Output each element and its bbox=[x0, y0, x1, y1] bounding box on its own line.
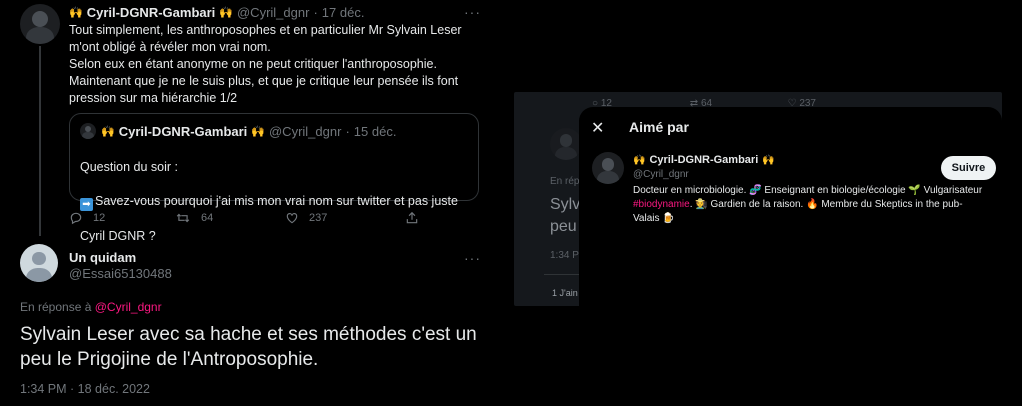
author-handle[interactable]: @Cyril_dgnr bbox=[237, 5, 309, 20]
author-name[interactable]: Cyril-DGNR-Gambari bbox=[87, 5, 216, 20]
quoted-author-handle: @Cyril_dgnr bbox=[268, 124, 342, 139]
dot-separator: · bbox=[345, 124, 350, 139]
raised-hands-icon: 🙌 bbox=[101, 126, 115, 138]
share-button[interactable] bbox=[405, 211, 419, 225]
dot-separator: · bbox=[313, 5, 318, 20]
reply-timestamp[interactable]: 1:34 PM · 18 déc. 2022 bbox=[20, 382, 150, 396]
quoted-line-3: Cyril DGNR ? bbox=[80, 229, 156, 243]
close-icon[interactable]: ✕ bbox=[591, 118, 604, 138]
liker-name[interactable]: Cyril-DGNR-Gambari bbox=[649, 154, 758, 166]
raised-hands-icon: 🙌 bbox=[633, 154, 646, 166]
quoted-line-2: ➡ Savez-vous pourquoi j'ai mis mon vrai n… bbox=[80, 193, 458, 211]
follow-button[interactable]: Suivre bbox=[941, 156, 996, 180]
reply-author-avatar[interactable] bbox=[20, 244, 58, 282]
retweet-icon bbox=[176, 213, 190, 223]
reply-author-name[interactable]: Un quidam bbox=[69, 250, 136, 265]
share-icon bbox=[406, 211, 418, 224]
ghost-time-fragment: 1:34 P bbox=[550, 250, 579, 261]
tweet-text: Tout simplement, les anthroposophes et e… bbox=[69, 23, 462, 105]
raised-hands-icon: 🙌 bbox=[219, 7, 233, 19]
retweet-count: 64 bbox=[201, 212, 214, 224]
reply-author-handle-row: @Essai65130488 bbox=[69, 266, 172, 281]
liker-bio: Docteur en microbiologie. 🧬 Enseignant e… bbox=[633, 184, 983, 226]
tweet-header: 🙌 Cyril-DGNR-Gambari 🙌 @Cyril_dgnr · 17 … bbox=[69, 5, 364, 20]
reply-author-handle[interactable]: @Essai65130488 bbox=[69, 266, 172, 281]
reply-to-prefix: En réponse à bbox=[20, 300, 92, 314]
like-button[interactable]: 237 bbox=[285, 211, 405, 225]
raised-hands-icon: 🙌 bbox=[69, 7, 83, 19]
reply-icon bbox=[70, 212, 82, 225]
like-count: 237 bbox=[309, 212, 328, 224]
more-options-icon[interactable]: ··· bbox=[464, 250, 481, 266]
reply-count: 12 bbox=[93, 212, 106, 224]
liked-by-modal: ✕ Aimé par 🙌 Cyril-DGNR-Gambari 🙌 @Cyril… bbox=[579, 107, 1002, 406]
tweet-thread: 🙌 Cyril-DGNR-Gambari 🙌 @Cyril_dgnr · 17 … bbox=[0, 0, 490, 406]
author-avatar[interactable] bbox=[20, 4, 60, 44]
ghost-reply-fragment: En rép bbox=[550, 176, 580, 187]
right-arrow-icon: ➡ bbox=[80, 198, 93, 211]
bio-text-1: Docteur en microbiologie. 🧬 Enseignant e… bbox=[633, 185, 921, 196]
liker-name-row: 🙌 Cyril-DGNR-Gambari 🙌 bbox=[633, 154, 775, 166]
modal-title: Aimé par bbox=[629, 119, 689, 135]
tweet-actions: 12 64 237 bbox=[69, 211, 419, 225]
liker-handle[interactable]: @Cyril_dgnr bbox=[633, 169, 689, 180]
raised-hands-icon: 🙌 bbox=[251, 126, 265, 138]
ghost-avatar bbox=[550, 128, 582, 160]
quoted-line-2-text: Savez-vous pourquoi j'ai mis mon vrai no… bbox=[95, 194, 458, 208]
heart-icon bbox=[286, 213, 298, 224]
more-options-icon[interactable]: ··· bbox=[464, 4, 481, 20]
quoted-tweet-date: 15 déc. bbox=[353, 124, 397, 139]
liker-avatar[interactable] bbox=[592, 152, 624, 184]
reply-author-name-row: Un quidam bbox=[69, 250, 136, 265]
bio-text-2: Vulgarisateur bbox=[923, 185, 983, 196]
liker-handle-row: @Cyril_dgnr bbox=[633, 169, 689, 180]
ghost-text-fragment-2: peu bbox=[550, 218, 577, 235]
tweet-date[interactable]: 17 déc. bbox=[322, 5, 365, 20]
thread-connector-line bbox=[39, 46, 41, 236]
quoted-author-avatar bbox=[80, 123, 96, 139]
ghost-divider bbox=[544, 274, 584, 275]
quoted-author-name: Cyril-DGNR-Gambari bbox=[118, 124, 248, 139]
ghost-text-fragment-1: Sylv bbox=[550, 196, 581, 213]
reply-button[interactable]: 12 bbox=[69, 211, 175, 225]
quoted-tweet[interactable]: 🙌 Cyril-DGNR-Gambari 🙌 @Cyril_dgnr · 15 … bbox=[69, 113, 479, 243]
quoted-tweet-text: Question du soir : ➡ Savez-vous pourquoi … bbox=[80, 142, 458, 262]
raised-hands-icon: 🙌 bbox=[762, 154, 775, 166]
bio-hashtag-link[interactable]: #biodynamie bbox=[633, 199, 690, 210]
quoted-line-1: Question du soir : bbox=[80, 160, 178, 174]
retweet-button[interactable]: 64 bbox=[175, 211, 285, 225]
reply-tweet-text: Sylvain Leser avec sa hache et ses métho… bbox=[20, 324, 477, 370]
reply-to-handle[interactable]: @Cyril_dgnr bbox=[95, 300, 162, 314]
quoted-tweet-header: 🙌 Cyril-DGNR-Gambari 🙌 @Cyril_dgnr · 15 … bbox=[101, 124, 396, 139]
in-reply-to: En réponse à @Cyril_dgnr bbox=[20, 300, 162, 314]
ghost-likes-fragment: 1 J'ain bbox=[552, 288, 578, 298]
